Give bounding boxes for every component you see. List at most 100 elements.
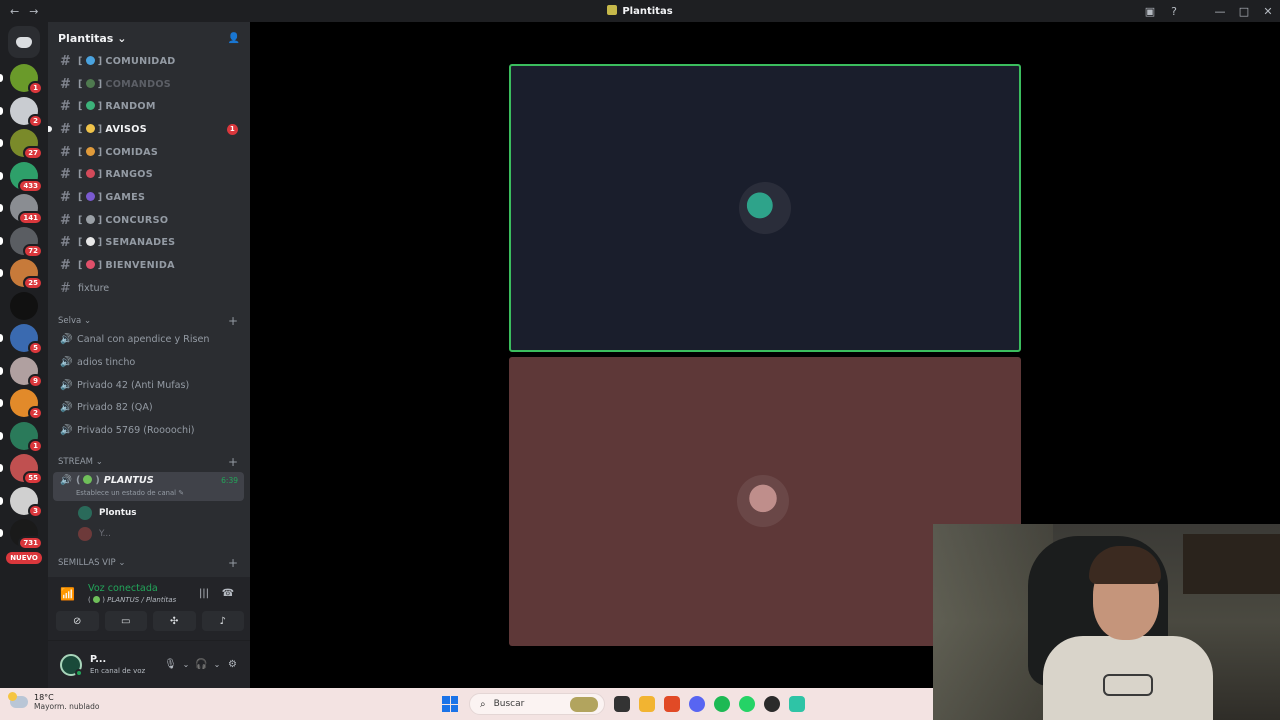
task-view-icon[interactable] [614,696,630,712]
weather-widget[interactable]: 18°C Mayorm. nublado [8,692,99,711]
server-icon[interactable] [10,291,38,320]
channel-semanades[interactable]: # [] SEMANADES [48,232,250,255]
voice-timer: 6:39 [221,475,238,485]
server-icon[interactable]: 2 [0,96,43,128]
create-channel-icon[interactable]: + [228,456,238,468]
server-icon[interactable]: 1 [0,421,43,453]
minimize-button[interactable]: — [1208,0,1232,22]
channel-emoji: [] [78,146,103,158]
audio-app-icon[interactable] [789,696,805,712]
text-channel-list: #[] COMUNIDAD #[] COMANDOS #[] RANDOM #[] AVISO… [48,50,250,277]
shirt-print [1103,674,1153,696]
username: P... [90,654,107,665]
voice-channel[interactable]: 🔊 Privado 42 (Anti Mufas) [48,374,250,397]
server-icon[interactable]: 141 [0,194,43,225]
channel-comunidad[interactable]: # [] COMUNIDAD [48,50,250,73]
participant-tile-speaking[interactable] [509,64,1021,352]
category-selva[interactable]: Selva ⌄ + [48,307,250,329]
channel-comidas[interactable]: # [] COMIDAS [48,141,250,164]
active-voice-channel[interactable]: 🔊 () PLANTUS 6:39 Establece un estado de… [53,471,244,501]
server-icon[interactable]: 433 [0,161,43,193]
add-member-icon[interactable]: 👤 [228,33,240,44]
back-arrow-icon[interactable]: ← [10,5,19,18]
taskbar-search[interactable]: ⌕ Buscar [469,693,605,715]
voice-channel-name: PLANTUS [103,474,154,486]
file-explorer-icon[interactable] [639,696,655,712]
screen-share-button[interactable]: ▭ [104,611,147,631]
discord-home-button[interactable] [8,26,40,58]
voice-channel[interactable]: 🔊 Privado 82 (QA) [48,396,250,419]
camera-off-icon: ⊘ [73,615,82,627]
create-channel-icon[interactable]: + [228,557,238,569]
channel-label: RANDOM [105,101,156,113]
server-icon[interactable]: 3 [0,486,43,518]
obs-icon[interactable] [764,696,780,712]
voice-action-buttons: ⊘ ▭ ✣ ♪ [48,604,250,631]
chevron-down-icon[interactable]: ⌄ [211,660,223,669]
user-avatar[interactable] [60,653,83,677]
channel-games[interactable]: # [] GAMES [48,186,250,209]
hash-icon: # [60,167,72,183]
taskbar-apps: ⌕ Buscar [440,693,805,715]
signal-icon[interactable]: 📶 [60,587,88,601]
server-icon[interactable]: 25 [0,259,43,290]
channel-random[interactable]: # [] RANDOM [48,95,250,118]
channel-fixture[interactable]: # fixture [48,277,250,300]
server-icon[interactable]: 72 [0,226,43,258]
close-button[interactable]: ✕ [1256,0,1280,22]
disconnect-icon[interactable]: ☎ [216,588,240,599]
voice-status[interactable]: Voz conectada [88,583,192,594]
chevron-down-icon[interactable]: ⌄ [180,660,192,669]
server-icon[interactable]: 9 [0,356,43,388]
channel-emoji: [] [78,260,103,272]
forward-arrow-icon[interactable]: → [29,5,38,18]
channel-label: AVISOS [105,123,147,135]
hash-icon: # [60,258,72,274]
mention-badge: 27 [23,146,43,160]
activities-button[interactable]: ✣ [153,611,196,631]
help-icon[interactable]: ? [1162,0,1186,22]
microphone-icon[interactable]: 🎙 [161,659,180,670]
inbox-icon[interactable]: ▣ [1138,0,1162,22]
voice-channel[interactable]: 🔊 Canal con apendice y Risen [48,329,250,352]
server-icon[interactable]: 27 [0,129,43,160]
unread-pip [0,334,3,342]
channel-comandos[interactable]: # [] COMANDOS [48,73,250,96]
voice-channel-path[interactable]: ( ) PLANTUS / Plantitas [88,596,192,604]
server-list: 1 2 27 433 141 72 25 5 9 2 1 55 3 731 [0,64,48,550]
voice-member[interactable]: Y... [48,524,250,545]
channel-bienvenida[interactable]: # [] BIENVENIDA [48,254,250,277]
category-vip[interactable]: SEMILLAS VIP ⌄ + [48,549,250,571]
activities-icon: ✣ [170,615,179,627]
participant-avatar [739,182,791,234]
channel-rangos[interactable]: # [] RANGOS [48,163,250,186]
hash-icon: # [60,76,72,92]
voice-channel[interactable]: 🔊 adios tincho [48,351,250,374]
voice-channel[interactable]: 🔊 Privado 5769 (Roooochi) [48,419,250,442]
settings-gear-icon[interactable]: ⚙ [223,659,242,670]
soundboard-button[interactable]: ♪ [201,611,244,631]
channel-concurso[interactable]: # [] CONCURSO [48,209,250,232]
headset-icon[interactable]: 🎧 [192,659,211,670]
server-icon[interactable]: 731 [0,519,43,550]
discord-icon[interactable] [689,696,705,712]
create-channel-icon[interactable]: + [228,315,238,327]
speaker-icon: 🔊 [60,356,73,368]
mention-badge: 55 [23,471,43,485]
windows-start-icon[interactable] [440,694,460,714]
server-icon[interactable]: 5 [0,324,43,355]
server-icon[interactable]: 1 [0,64,43,95]
server-icon[interactable]: 2 [0,389,43,420]
user-info[interactable]: P... En canal de voz [90,654,161,675]
whatsapp-icon[interactable] [739,696,755,712]
server-icon[interactable]: 55 [0,454,43,485]
voice-member[interactable]: Plontus [48,503,250,524]
spotify-icon[interactable] [714,696,730,712]
noise-suppression-icon[interactable]: ||| [192,588,216,599]
category-stream[interactable]: STREAM ⌄ + [48,448,250,470]
brave-icon[interactable] [664,696,680,712]
channel-status-hint[interactable]: Establece un estado de canal ✎ [60,489,244,497]
channel-avisos[interactable]: # [] AVISOS 1 [48,118,250,141]
maximize-button[interactable]: □ [1232,0,1256,22]
camera-off-button[interactable]: ⊘ [56,611,99,631]
